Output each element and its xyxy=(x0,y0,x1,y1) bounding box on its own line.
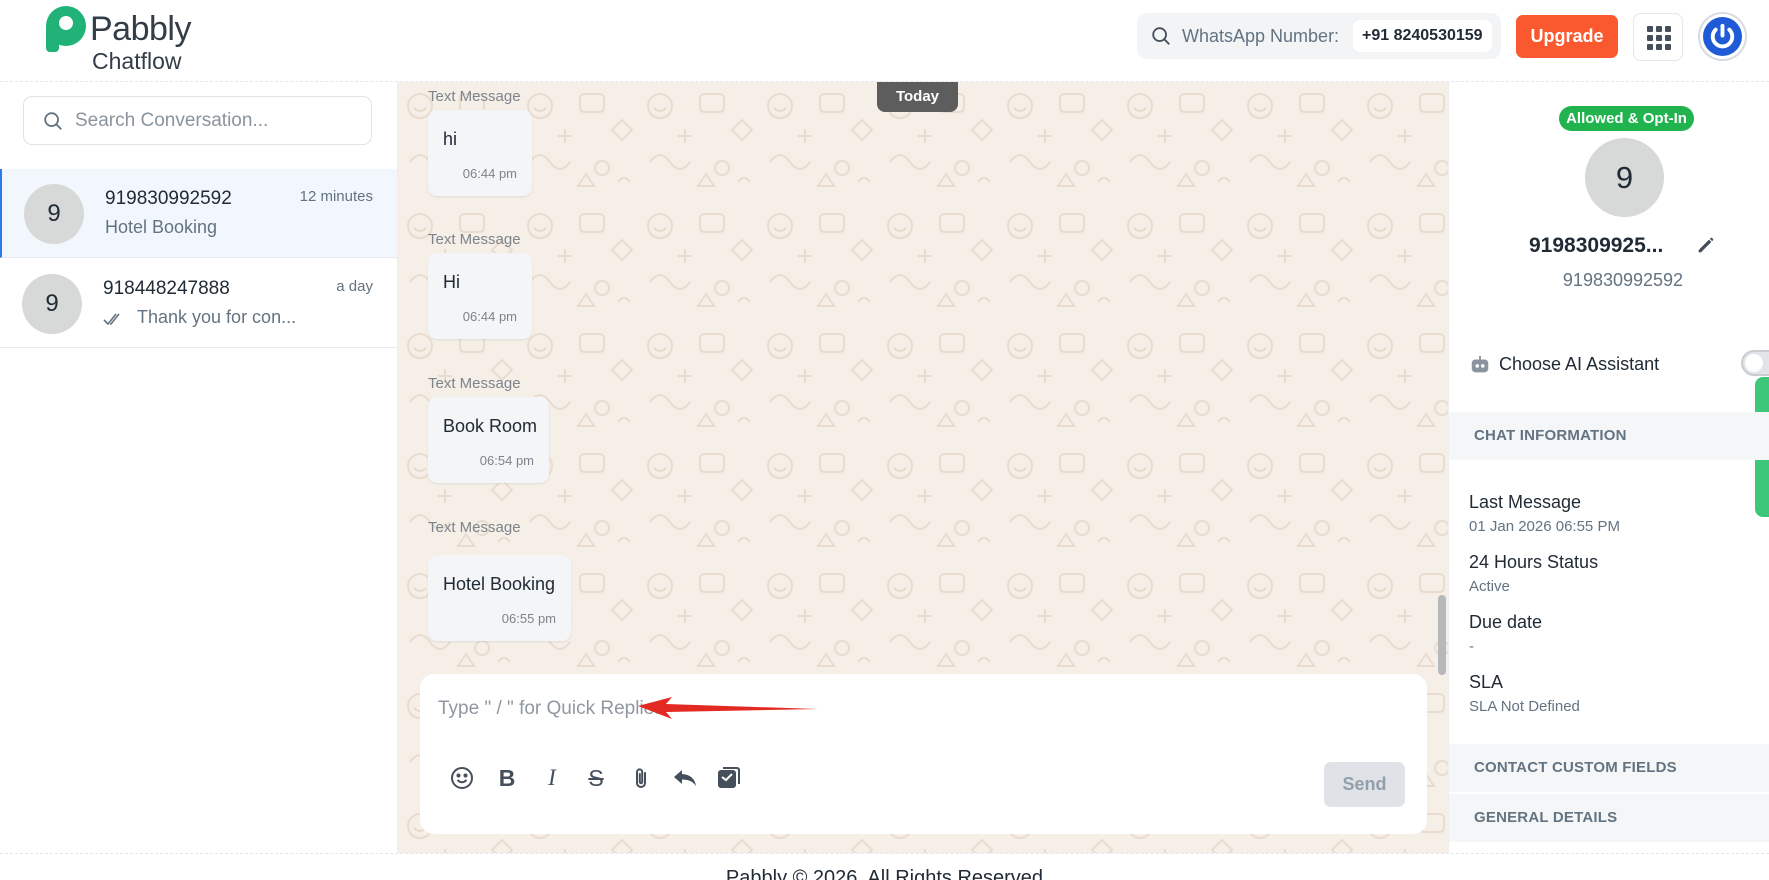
attachment-button[interactable] xyxy=(627,764,655,792)
italic-button[interactable]: I xyxy=(538,764,566,792)
conversation-item[interactable]: 9 919830992592 Hotel Booking 12 minutes xyxy=(0,169,397,258)
message-bubble: hi 06:44 pm xyxy=(428,110,532,196)
conversation-item[interactable]: 9 918448247888 Thank you for con... a da… xyxy=(0,259,397,348)
search-icon xyxy=(44,112,62,130)
message-bubble: Hi 06:44 pm xyxy=(428,253,532,339)
message-text: Hi xyxy=(443,272,460,292)
user-avatar-button[interactable] xyxy=(1698,12,1747,61)
section-title: GENERAL DETAILS xyxy=(1474,809,1618,826)
search-conversation-box xyxy=(23,96,372,145)
search-conversation-input[interactable] xyxy=(75,97,365,144)
message-type-label: Text Message xyxy=(428,231,521,248)
info-label: Last Message xyxy=(1469,492,1582,512)
power-icon xyxy=(1710,23,1735,49)
chat-information-section[interactable]: CHAT INFORMATION xyxy=(1449,412,1769,460)
apps-menu-button[interactable] xyxy=(1633,13,1683,61)
footer-text: Pabbly © 2026, All Rights Reserved xyxy=(725,867,1044,880)
message-time: 06:44 pm xyxy=(462,166,517,181)
template-icon xyxy=(718,767,740,788)
contact-custom-fields-section[interactable]: CONTACT CUSTOM FIELDS xyxy=(1449,744,1769,792)
message-bubble: Hotel Booking 06:55 pm xyxy=(428,555,571,641)
chat-area: Today Text Message hi 06:44 pm Text Mess… xyxy=(398,82,1448,853)
message-bubble: Book Room 06:54 pm xyxy=(428,397,549,483)
italic-icon: I xyxy=(548,765,556,790)
conversation-preview: Thank you for con... xyxy=(137,307,297,327)
logo-mark xyxy=(46,6,86,52)
conversation-preview: Hotel Booking xyxy=(105,217,218,237)
message-text: Hotel Booking xyxy=(443,574,556,594)
message-text: Book Room xyxy=(443,416,538,436)
bold-icon: B xyxy=(498,765,516,791)
info-value: - xyxy=(1469,638,1474,655)
logo-text-pabbly: Pabbly xyxy=(90,10,191,48)
robot-icon xyxy=(1471,355,1489,373)
ai-assistant-toggle[interactable] xyxy=(1741,350,1769,376)
info-label: SLA xyxy=(1469,672,1504,692)
conversation-name: 919830992592 xyxy=(105,188,232,209)
top-header: Pabbly Chatflow WhatsApp Number: +91 824… xyxy=(0,0,1769,82)
info-label: 24 Hours Status xyxy=(1469,552,1599,572)
message-input[interactable] xyxy=(438,692,1408,726)
opt-in-status-badge: Allowed & Opt-In xyxy=(1559,106,1694,131)
upgrade-button[interactable]: Upgrade xyxy=(1516,15,1618,58)
reply-button[interactable] xyxy=(671,764,699,792)
emoji-icon xyxy=(451,767,473,789)
whatsapp-number-selector[interactable]: WhatsApp Number: +91 8240530159 xyxy=(1137,13,1501,59)
date-divider: Today xyxy=(877,82,958,112)
message-time: 06:44 pm xyxy=(462,309,517,324)
ai-assistant-label: Choose AI Assistant xyxy=(1499,354,1660,374)
info-value: 01 Jan 2026 06:55 PM xyxy=(1469,518,1620,535)
ai-assistant-row: Choose AI Assistant xyxy=(1469,350,1769,380)
section-title: CONTACT CUSTOM FIELDS xyxy=(1474,759,1677,776)
emoji-button[interactable] xyxy=(448,764,476,792)
user-avatar xyxy=(1703,17,1742,56)
search-icon xyxy=(1152,27,1170,45)
logo-text-chatflow: Chatflow xyxy=(92,48,182,74)
strikethrough-icon: S xyxy=(588,765,604,791)
bold-button[interactable]: B xyxy=(493,764,521,792)
contact-details-panel: Allowed & Opt-In 9 9198309925... 9198309… xyxy=(1448,82,1769,853)
info-value: SLA Not Defined xyxy=(1469,698,1580,715)
message-time: 06:54 pm xyxy=(479,453,534,468)
reply-icon xyxy=(674,770,696,786)
conversation-avatar: 9 xyxy=(22,274,82,334)
message-type-label: Text Message xyxy=(428,519,521,536)
conversation-name: 918448247888 xyxy=(103,278,230,299)
conversation-time: a day xyxy=(336,278,373,295)
message-time: 06:55 pm xyxy=(501,611,556,626)
info-label: Due date xyxy=(1469,612,1543,632)
red-arrow-annotation xyxy=(638,697,818,719)
message-composer: B I S Send xyxy=(420,674,1427,834)
chat-scrollbar[interactable] xyxy=(1438,595,1446,675)
message-type-label: Text Message xyxy=(428,88,521,105)
message-type-label: Text Message xyxy=(428,375,521,392)
template-button[interactable] xyxy=(714,764,742,792)
info-value: Active xyxy=(1469,578,1510,595)
general-details-section[interactable]: GENERAL DETAILS xyxy=(1449,794,1769,842)
whatsapp-number-value: +91 8240530159 xyxy=(1353,20,1492,52)
contact-name: 9198309925... xyxy=(1529,234,1664,257)
contact-phone: 919830992592 xyxy=(1562,270,1684,290)
conversation-time: 12 minutes xyxy=(299,188,373,205)
conversation-avatar: 9 xyxy=(24,184,84,244)
page-footer: Pabbly © 2026, All Rights Reserved xyxy=(0,853,1769,880)
attachment-icon xyxy=(636,768,646,788)
conversation-list-panel: 9 919830992592 Hotel Booking 12 minutes … xyxy=(0,82,398,853)
app-root: Pabbly Chatflow WhatsApp Number: +91 824… xyxy=(0,0,1769,880)
strikethrough-button[interactable]: S xyxy=(582,764,610,792)
whatsapp-number-label: WhatsApp Number: xyxy=(1182,26,1340,46)
apps-grid-icon xyxy=(1647,26,1671,50)
message-text: hi xyxy=(443,129,458,149)
pencil-icon[interactable] xyxy=(1695,234,1717,256)
brand-logo[interactable]: Pabbly Chatflow xyxy=(46,6,206,74)
section-title: CHAT INFORMATION xyxy=(1474,427,1627,444)
contact-avatar: 9 xyxy=(1585,138,1664,217)
send-button[interactable]: Send xyxy=(1324,762,1405,807)
double-check-icon xyxy=(103,313,120,326)
